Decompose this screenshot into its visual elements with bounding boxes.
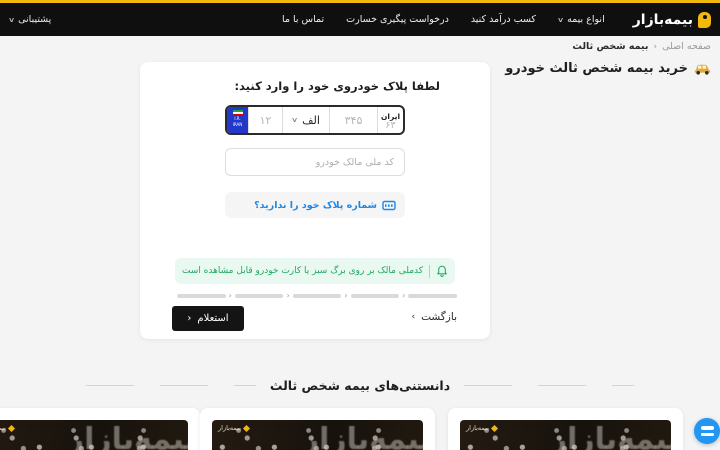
no-plate-link-text: شماره پلاک خود را ندارید؟	[254, 199, 377, 211]
nav-item-label: درخواست پیگیری خسارت	[346, 14, 449, 25]
license-plate-input: I.R. IRAN ۱۲ الف ∨ ۳۴۵ ایران ۶۳	[225, 105, 405, 135]
nav-item-label: تماس با ما	[281, 14, 325, 25]
back-button[interactable]: بازگشت ›	[412, 311, 457, 323]
breadcrumb-home[interactable]: صفحه اصلی	[662, 41, 711, 52]
notice-divider	[429, 264, 431, 278]
page: بیمه‌بازار انواع بیمه ∨ کسب درآمد کنید د…	[0, 0, 720, 450]
inquiry-submit-button[interactable]: استعلام ‹	[172, 306, 244, 331]
chevron-left-icon: ‹	[344, 291, 348, 300]
nav-item-claim-tracking[interactable]: درخواست پیگیری خسارت	[346, 14, 449, 25]
support-menu[interactable]: پشتیبانی ∨	[7, 14, 52, 25]
nav-item-earn-income[interactable]: کسب درآمد کنید	[471, 14, 536, 25]
breadcrumb-separator-icon: ‹	[653, 41, 658, 52]
article-thumbnail: بیمه‌بازار بیمه‌بازار	[460, 420, 671, 450]
owner-id-notice: کدملی مالک بر روی برگ سبز یا کارت خودرو …	[175, 258, 455, 284]
thumbnail-watermark: بیمه‌بازار	[0, 424, 15, 432]
article-thumbnail: بیمه‌بازار بیمه‌بازار	[212, 420, 423, 450]
nav-item-label: کسب درآمد کنید	[470, 14, 536, 25]
step-segment	[176, 294, 226, 298]
chevron-left-icon: ‹	[228, 291, 232, 300]
articles-section-heading: دانستنی‌های بیمه شخص ثالث	[0, 378, 720, 393]
step-segment	[408, 294, 457, 298]
national-id-input[interactable]	[225, 148, 405, 176]
plate-two-digit-input[interactable]: ۱۲	[248, 107, 282, 133]
car-icon	[694, 64, 711, 75]
thumbnail-watermark: بیمه‌بازار	[218, 424, 250, 432]
plate-flag-section: I.R. IRAN	[227, 107, 248, 133]
article-card[interactable]: بیمه‌بازار بیمه‌بازار	[448, 408, 683, 450]
no-plate-link[interactable]: شماره پلاک خود را ندارید؟	[225, 192, 405, 218]
chevron-left-icon: ‹	[402, 291, 406, 300]
back-label: بازگشت	[421, 311, 457, 323]
plate-iran-code: ۶۳	[385, 119, 396, 131]
article-thumbnail: بیمه‌بازار بیمه‌بازار	[0, 420, 188, 450]
support-label: پشتیبانی	[18, 14, 52, 25]
chat-icon	[700, 426, 714, 430]
logo-icon	[698, 11, 711, 28]
notice-text: کدملی مالک بر روی برگ سبز یا کارت خودرو …	[181, 266, 424, 276]
step-segment	[292, 294, 342, 298]
plate-iran-code-input[interactable]: ایران ۶۳	[377, 107, 403, 133]
breadcrumb: صفحه اصلی ‹ بیمه شخص ثالث	[572, 41, 711, 52]
watermark-text: بیمه‌بازار	[466, 424, 489, 432]
article-card[interactable]: بیمه‌بازار بیمه‌بازار	[0, 408, 200, 450]
chevron-down-icon: ∨	[7, 15, 16, 24]
step-segment	[350, 294, 400, 298]
steps-progress-bar: ‹ ‹ ‹ ‹	[176, 291, 457, 300]
chevron-left-icon: ‹	[187, 313, 192, 324]
chevron-left-icon: ‹	[286, 291, 290, 300]
plate-letter-value: الف	[302, 113, 320, 127]
thumbnail-art: بیمه‌بازار	[301, 422, 423, 450]
plate-number-icon	[382, 200, 396, 210]
breadcrumb-current: بیمه شخص ثالث	[572, 41, 649, 52]
article-card[interactable]: بیمه‌بازار بیمه‌بازار	[200, 408, 435, 450]
main-nav: انواع بیمه ∨ کسب درآمد کنید درخواست پیگی…	[282, 14, 605, 25]
page-title-text: خرید بیمه شخص ثالث خودرو	[505, 61, 688, 76]
heading-divider	[464, 385, 635, 386]
diamond-icon	[7, 424, 15, 432]
chevron-right-icon: ›	[411, 312, 416, 322]
watermark-text: بیمه‌بازار	[218, 424, 241, 432]
logo[interactable]: بیمه‌بازار	[632, 11, 711, 28]
watermark-text: بیمه‌بازار	[0, 424, 6, 432]
diamond-icon	[242, 424, 250, 432]
submit-label: استعلام	[197, 313, 229, 324]
page-title: خرید بیمه شخص ثالث خودرو	[505, 61, 711, 76]
chevron-down-icon: ∨	[291, 116, 299, 124]
diamond-icon	[490, 424, 498, 432]
thumbnail-watermark: بیمه‌بازار	[466, 424, 498, 432]
nav-item-contact-us[interactable]: تماس با ما	[282, 14, 324, 25]
step-segment	[234, 294, 284, 298]
nav-item-label: انواع بیمه	[567, 14, 605, 25]
nav-item-insurance-types[interactable]: انواع بیمه ∨	[556, 14, 605, 25]
main-header: بیمه‌بازار انواع بیمه ∨ کسب درآمد کنید د…	[0, 3, 720, 36]
plate-country-bottom: IRAN	[232, 121, 243, 127]
chat-icon	[700, 432, 714, 436]
plate-country-top: I.R.	[234, 116, 241, 121]
plate-three-digit-input[interactable]: ۳۴۵	[329, 107, 377, 133]
chat-support-button[interactable]	[694, 418, 720, 444]
logo-text: بیمه‌بازار	[632, 11, 693, 28]
thumbnail-art: بیمه‌بازار	[549, 422, 671, 450]
plate-letter-select[interactable]: الف ∨	[282, 107, 329, 133]
chevron-down-icon: ∨	[556, 15, 565, 24]
form-heading: لطفا پلاک خودروی خود را وارد کنید:	[234, 79, 440, 93]
bell-icon	[437, 265, 447, 277]
articles-heading-text: دانستنی‌های بیمه شخص ثالث	[269, 378, 451, 393]
plate-form-card: لطفا پلاک خودروی خود را وارد کنید: I.R. …	[140, 62, 490, 339]
heading-divider	[85, 385, 256, 386]
thumbnail-art: بیمه‌بازار	[66, 422, 188, 450]
